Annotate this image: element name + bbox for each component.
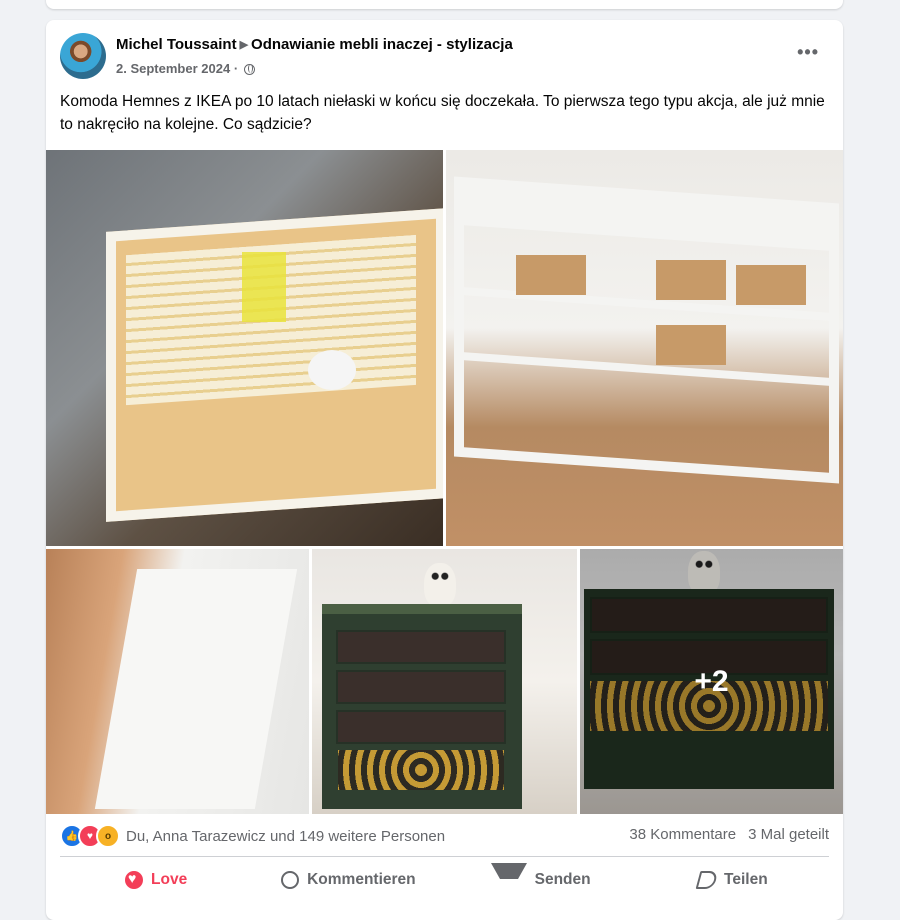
comment-button[interactable]: Kommentieren <box>252 862 444 898</box>
more-options-button[interactable]: ••• <box>797 42 819 63</box>
post-date[interactable]: 2. September 2024 <box>116 61 230 76</box>
reaction-names[interactable]: Du, Anna Tarazewicz und 149 weitere Pers… <box>126 828 445 845</box>
white-plank <box>94 569 298 809</box>
share-label: Teilen <box>724 871 768 888</box>
damask-pattern <box>338 750 504 790</box>
share-button[interactable]: Teilen <box>637 862 829 898</box>
globe-icon[interactable] <box>243 64 255 75</box>
shares-count[interactable]: 3 Mal geteilt <box>748 826 829 843</box>
dresser-drawer <box>336 670 506 704</box>
photo-grid: +2 <box>46 150 843 814</box>
author-name[interactable]: Michel Toussaint <box>116 36 237 53</box>
send-button[interactable]: Senden <box>445 862 637 898</box>
scrollbar-track[interactable] <box>876 0 900 900</box>
meta-separator: · <box>233 61 239 76</box>
photo-top-panel[interactable] <box>46 549 309 814</box>
comment-label: Kommentieren <box>307 871 416 888</box>
photo-empty-drawer[interactable] <box>46 150 443 546</box>
group-name[interactable]: Odnawianie mebli inaczej - stylizacja <box>251 36 513 53</box>
post-card: Michel Toussaint ▶ Odnawianie mebli inacze… <box>46 20 843 920</box>
cork-panel <box>656 260 726 300</box>
share-arrow-icon <box>695 871 719 889</box>
love-label: Love <box>151 871 188 888</box>
heart-icon <box>125 870 144 889</box>
author-avatar[interactable] <box>60 33 106 79</box>
drawer-light <box>308 350 356 390</box>
dresser-shape <box>322 604 522 809</box>
love-button[interactable]: Love <box>60 862 252 898</box>
engagement-counts: 38 Kommentare 3 Mal geteilt <box>629 826 829 843</box>
post-meta: 2. September 2024 · <box>116 61 255 76</box>
dresser-drawer <box>336 630 506 664</box>
dresser-drawer <box>336 710 506 744</box>
comments-count[interactable]: 38 Kommentare <box>629 826 736 843</box>
post-text: Komoda Hemnes z IKEA po 10 latach niełas… <box>60 93 825 133</box>
send-icon <box>490 863 527 897</box>
cork-panel <box>736 265 806 305</box>
owl-figurine <box>424 563 456 607</box>
frame-shape <box>454 176 839 484</box>
photo-dresser-frame[interactable] <box>446 150 843 546</box>
action-bar: Love Kommentieren Senden Teilen <box>60 862 829 898</box>
cork-panel <box>516 255 586 295</box>
send-label: Senden <box>534 871 591 888</box>
reaction-summary[interactable]: 👍 ♥ o Du, Anna Tarazewicz und 149 weiter… <box>60 824 445 848</box>
tape-patch <box>242 252 286 322</box>
comment-bubble-icon <box>281 871 300 889</box>
post-header: Michel Toussaint ▶ Odnawianie mebli inacze… <box>116 36 513 53</box>
wow-icon: o <box>96 824 120 848</box>
divider <box>60 856 829 857</box>
more-photos-overlay[interactable]: +2 <box>580 549 843 814</box>
previous-post-card <box>46 0 843 9</box>
photo-green-dresser[interactable] <box>312 549 577 814</box>
triangle-right-icon: ▶ <box>239 39 249 51</box>
cork-panel <box>656 325 726 365</box>
